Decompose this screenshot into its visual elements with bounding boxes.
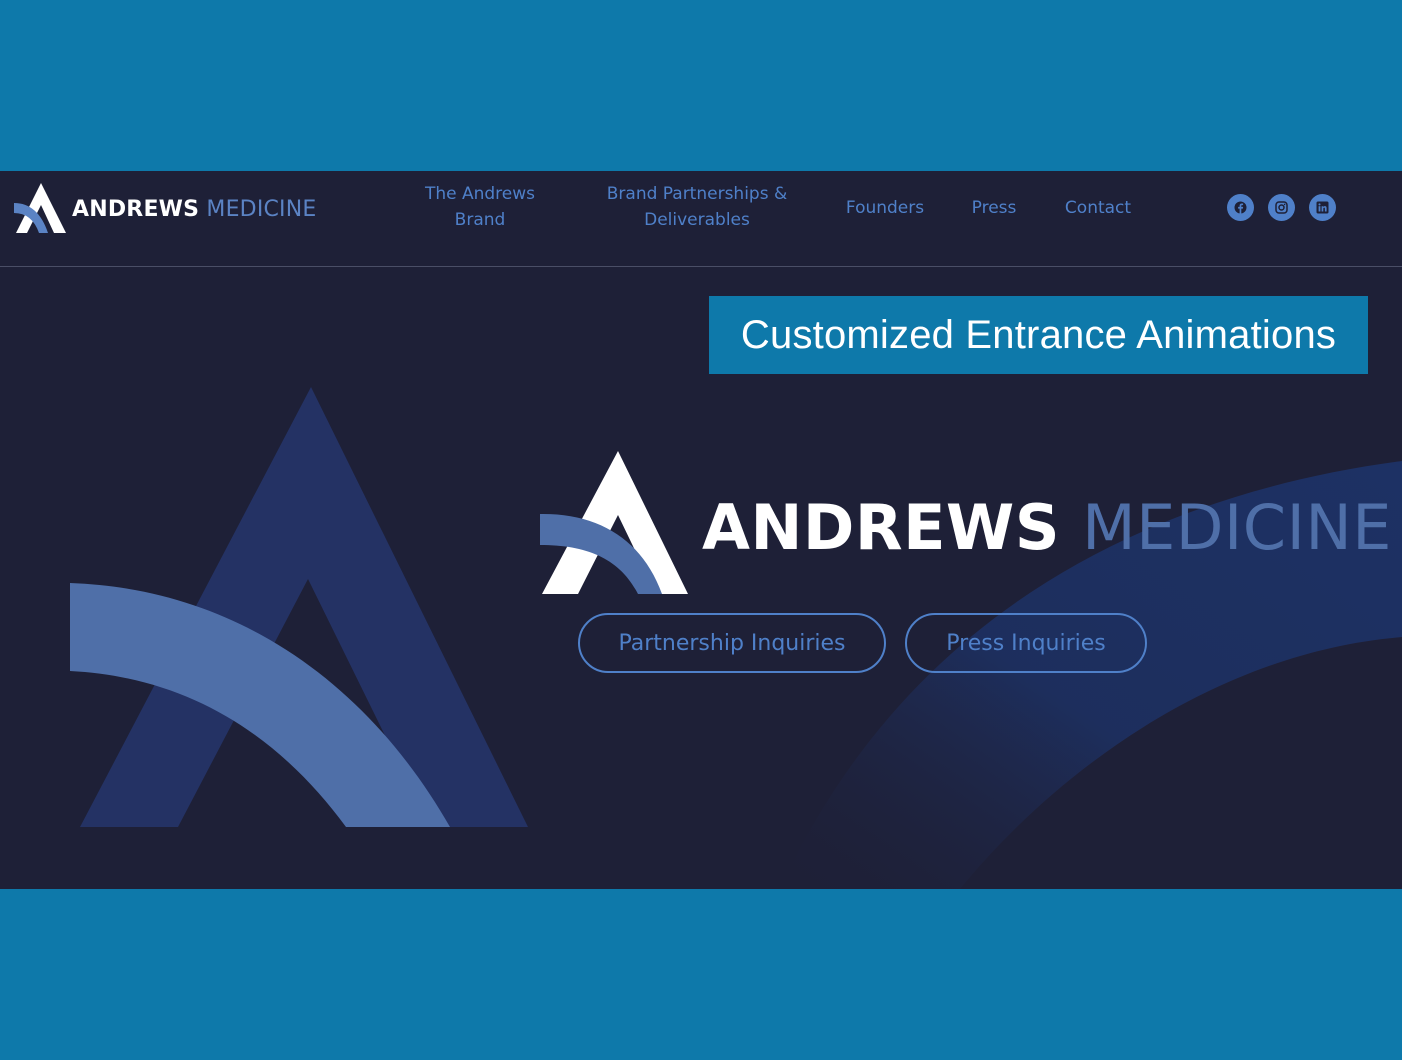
website-frame: ANDREWS MEDICINE The Andrews Brand Brand… <box>0 171 1402 889</box>
hero-word-andrews: ANDREWS <box>702 491 1060 564</box>
andrews-a-logo-icon <box>14 183 66 233</box>
hero-word-medicine: MEDICINE <box>1082 491 1392 564</box>
nav-founders[interactable]: Founders <box>834 195 936 221</box>
nav-press[interactable]: Press <box>962 195 1026 221</box>
hero-banner-text: Customized Entrance Animations <box>740 312 1337 357</box>
nav-label-line2: Deliverables <box>644 210 750 230</box>
nav-the-andrews-brand[interactable]: The Andrews Brand <box>414 181 546 233</box>
linkedin-glyph <box>1316 201 1329 214</box>
press-inquiries-button[interactable]: Press Inquiries <box>905 613 1147 673</box>
brand-word-medicine: MEDICINE <box>206 196 317 222</box>
facebook-icon[interactable] <box>1227 194 1254 221</box>
instagram-icon[interactable] <box>1268 194 1295 221</box>
partnership-inquiries-button[interactable]: Partnership Inquiries <box>578 613 886 673</box>
page-background-bottom <box>0 889 1402 1060</box>
page-background-top <box>0 0 1402 171</box>
andrews-a-logo-icon <box>540 451 688 594</box>
facebook-glyph <box>1234 201 1247 214</box>
brand-logo[interactable]: ANDREWS MEDICINE <box>14 183 317 235</box>
nav-label-line2: Brand <box>454 210 506 230</box>
hero-logo-mark <box>538 449 692 597</box>
brand-wordmark: ANDREWS MEDICINE <box>72 197 317 222</box>
brand-word-andrews: ANDREWS <box>72 196 200 222</box>
linkedin-icon[interactable] <box>1309 194 1336 221</box>
hero-wordmark: ANDREWS MEDICINE <box>702 491 1392 564</box>
instagram-glyph <box>1275 201 1288 214</box>
nav-brand-partnerships[interactable]: Brand Partnerships & Deliverables <box>596 181 798 233</box>
hero-banner: Customized Entrance Animations <box>709 296 1368 374</box>
nav-label-line1: The Andrews <box>424 184 536 204</box>
nav-contact[interactable]: Contact <box>1054 195 1142 221</box>
site-header: ANDREWS MEDICINE The Andrews Brand Brand… <box>0 171 1402 267</box>
nav-label-line1: Brand Partnerships & <box>606 184 788 204</box>
